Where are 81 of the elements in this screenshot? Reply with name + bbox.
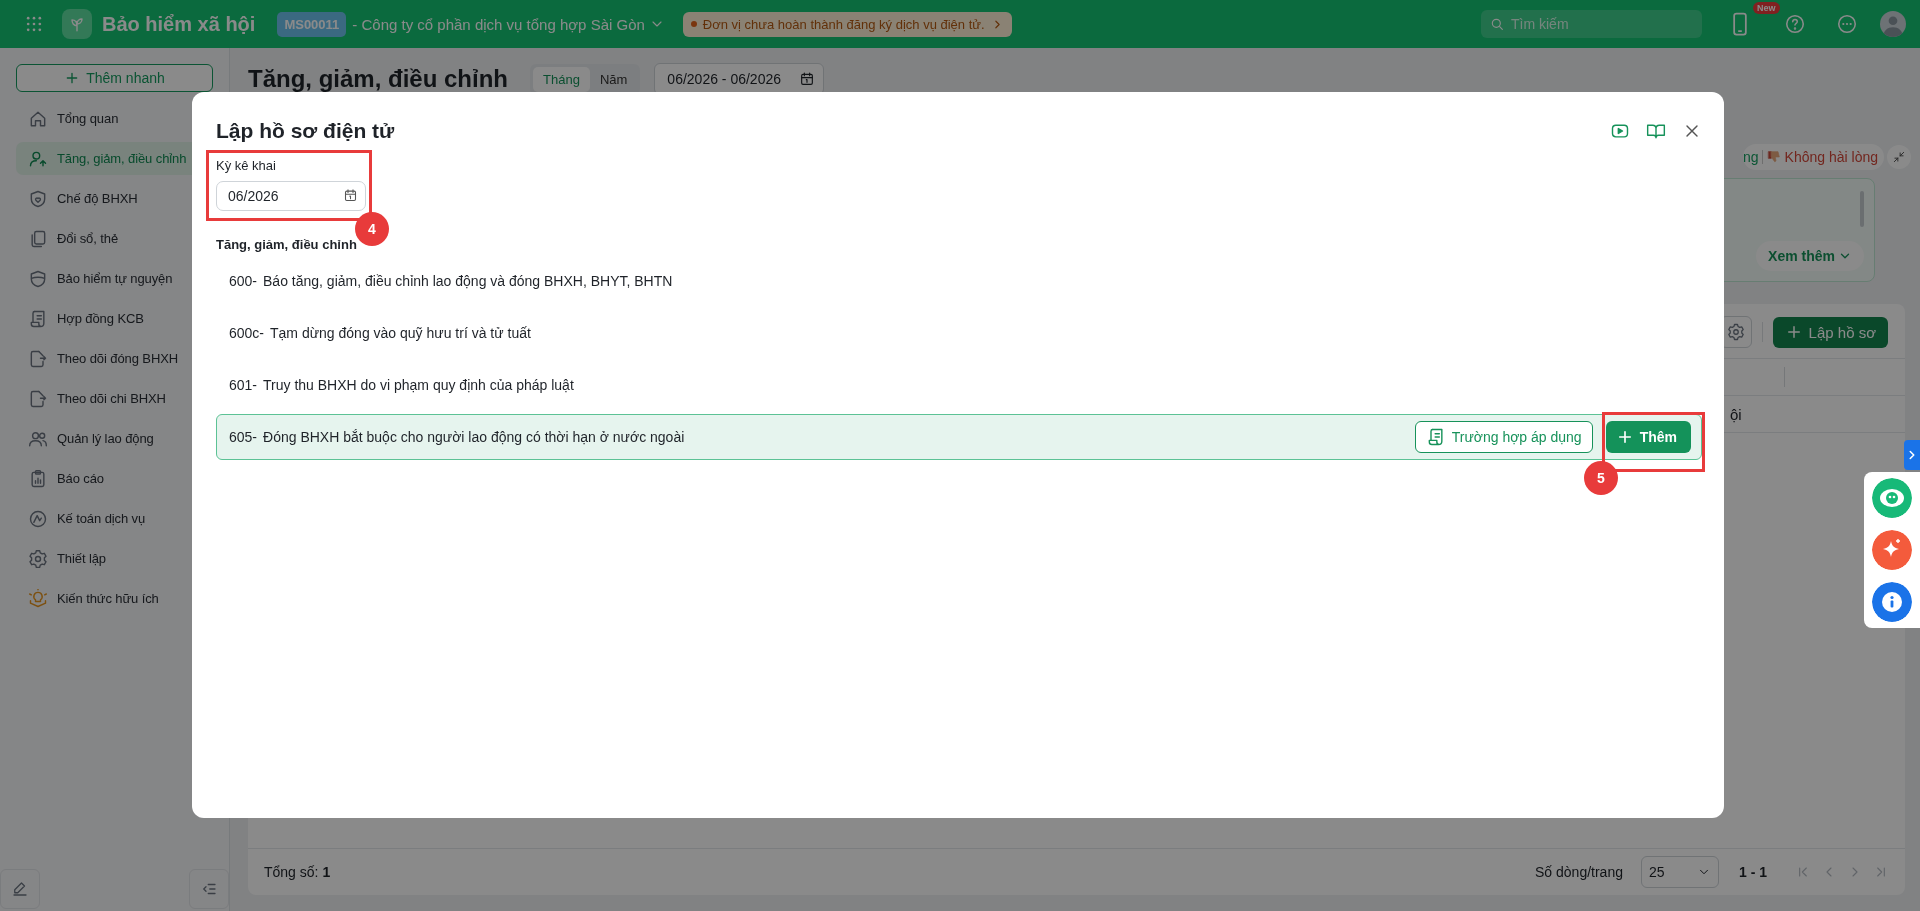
sparkle-icon[interactable] — [1872, 530, 1912, 570]
feedback-option[interactable]: Không hài lòng — [1784, 149, 1878, 165]
chatbot-icon[interactable] — [1872, 478, 1912, 518]
calendar-icon — [799, 71, 815, 87]
expand-tab[interactable] — [1904, 440, 1920, 470]
app-title: Bảo hiểm xã hội — [102, 12, 256, 36]
form-name: Báo tăng, giảm, điều chỉnh lao động và đóng BHXH, BHYT, BHTN — [263, 273, 673, 289]
sidebar-item[interactable]: Hợp đồng KCB — [16, 302, 213, 335]
applicable-cases-button[interactable]: Trường hợp áp dụng — [1414, 421, 1593, 453]
book-icon[interactable] — [1646, 121, 1666, 141]
document-arrow-icon — [28, 388, 48, 409]
sidebar-item[interactable]: Theo dõi chi BHXH — [16, 382, 213, 415]
form-code: 601- — [229, 377, 258, 393]
edit-icon — [11, 880, 29, 898]
form-name: Đóng BHXH bắt buộc cho người lao động có thời hạn ở nước ngoài — [263, 429, 685, 445]
sidebar-item[interactable]: Đổi sổ, thẻ — [16, 222, 213, 255]
period-tab[interactable]: Năm — [589, 66, 638, 92]
sidebar-item[interactable]: Báo cáo — [16, 462, 213, 495]
rows-per-page-label: Số dòng/trang — [1535, 864, 1623, 880]
table-cell-text: ội — [1730, 405, 1743, 423]
scroll-icon — [28, 308, 48, 329]
form-row[interactable]: 600- Báo tăng, giảm, điều chỉnh lao động và đóng BHXH, BHYT, BHTN — [216, 258, 1702, 304]
sidebar-item[interactable]: Chế độ BHXH — [16, 182, 213, 215]
new-badge: New — [1753, 2, 1780, 14]
search-icon — [1489, 16, 1505, 32]
field-label: Kỳ kê khai — [216, 158, 277, 173]
show-more-button[interactable]: Xem thêm — [1756, 241, 1864, 271]
sidebar-item[interactable]: Quản lý lao động — [16, 422, 213, 455]
shield-heart-icon — [28, 188, 48, 209]
calendar-icon — [343, 188, 358, 203]
sidebar-item[interactable]: Bảo hiểm tự nguyện — [16, 262, 213, 295]
sidebar-item[interactable]: Thiết lập — [16, 542, 213, 575]
form-code: 600c- — [229, 325, 265, 341]
gear-icon — [28, 548, 48, 569]
form-row[interactable]: 600c- Tạm dừng đóng vào quỹ hưu trí và tử tuất — [216, 310, 1702, 356]
period-tab[interactable]: Tháng — [533, 66, 590, 92]
page-range: 1 - 1 — [1739, 864, 1767, 880]
shield-icon — [28, 268, 48, 289]
sidebar-item[interactable]: Theo dõi đóng BHXH — [16, 342, 213, 375]
feedback-option[interactable]: ng — [1743, 149, 1759, 165]
notice-banner[interactable]: Đơn vị chưa hoàn thành đăng ký dịch vụ điện tử. — [682, 11, 1012, 37]
create-record-button[interactable]: Lập hồ sơ — [1772, 316, 1888, 348]
chart-circle-icon — [28, 508, 48, 529]
page-title: Tăng, giảm, điều chỉnh — [248, 65, 508, 93]
sidebar-item[interactable]: Tổng quan — [16, 102, 213, 135]
documents-icon — [28, 228, 48, 249]
quick-add-button[interactable]: Thêm nhanh — [16, 64, 213, 92]
modal-title: Lập hồ sơ điện tử — [216, 119, 396, 143]
edit-button[interactable] — [0, 869, 40, 909]
lightbulb-icon — [28, 588, 48, 609]
video-icon[interactable] — [1610, 121, 1630, 141]
more-icon[interactable] — [1836, 13, 1858, 35]
thumbs-down-icon — [1765, 149, 1782, 165]
sidebar-item[interactable]: Kiến thức hữu ích — [16, 582, 213, 615]
shrink-icon — [1892, 150, 1906, 164]
form-code: 600- — [229, 273, 258, 289]
apps-grid-icon[interactable] — [24, 14, 44, 34]
sidebar-item[interactable]: Kế toán dịch vụ — [16, 502, 213, 535]
section-label: Tăng, giảm, điều chỉnh — [216, 237, 358, 252]
form-name: Truy thu BHXH do vi phạm quy định của pháp luật — [263, 377, 574, 393]
collapse-sidebar-button[interactable] — [189, 869, 229, 909]
clipboard-chart-icon — [28, 468, 48, 489]
form-code: 605- — [229, 429, 258, 445]
rows-per-page-select[interactable]: 25 — [1641, 856, 1719, 888]
form-name: Tạm dừng đóng vào quỹ hưu trí và tử tuất — [270, 325, 531, 341]
step-badge: 4 — [355, 212, 389, 246]
shrink-button[interactable] — [1887, 145, 1911, 169]
add-button[interactable]: Thêm — [1605, 421, 1691, 453]
info-icon[interactable] — [1872, 582, 1912, 622]
settings-icon — [1726, 323, 1745, 341]
period-field[interactable]: 06/2026 — [216, 181, 366, 211]
total-count: Tổng số: 1 — [264, 864, 331, 880]
form-row[interactable]: 605- Đóng BHXH bắt buộc cho người lao động có thời hạn ở nước ngoài Trường hợp áp dụng Thêm — [216, 414, 1702, 460]
avatar[interactable] — [1880, 11, 1906, 37]
company-code-badge: MS00011 — [277, 11, 347, 37]
step-badge: 5 — [1584, 461, 1618, 495]
date-range-field[interactable]: 06/2026 - 06/2026 — [654, 63, 824, 95]
help-icon[interactable] — [1784, 13, 1806, 35]
form-row[interactable]: 601- Truy thu BHXH do vi phạm quy định của pháp luật — [216, 362, 1702, 408]
document-arrow-icon — [28, 348, 48, 369]
search-field[interactable]: Tìm kiếm — [1481, 10, 1702, 38]
